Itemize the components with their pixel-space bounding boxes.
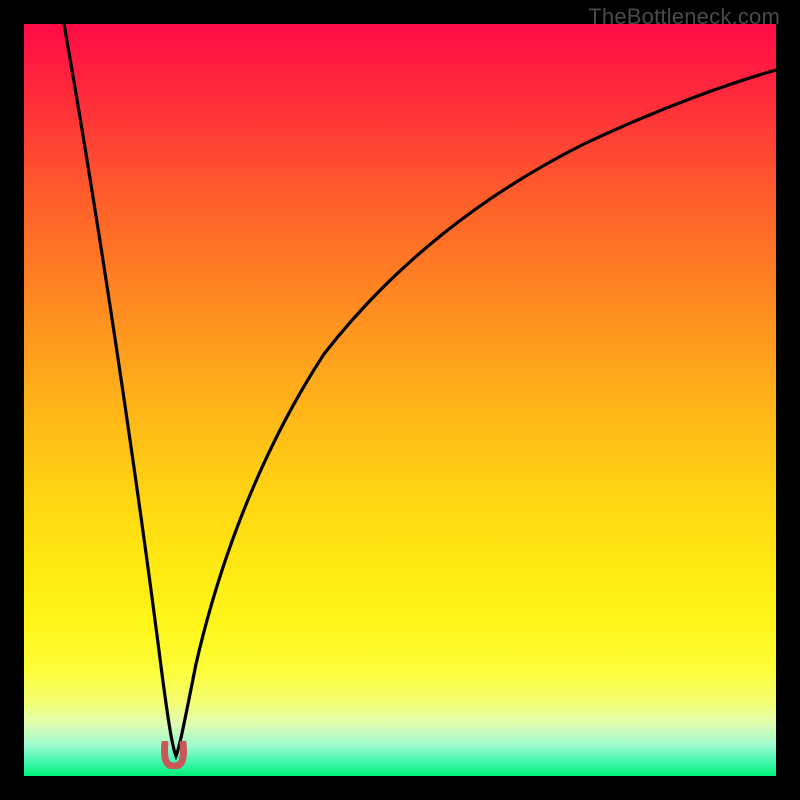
minimum-marker <box>159 741 189 769</box>
chart-frame: TheBottleneck.com <box>0 0 800 800</box>
curve-path <box>64 24 776 756</box>
plot-area <box>24 24 776 776</box>
watermark-text: TheBottleneck.com <box>588 4 780 30</box>
bottleneck-curve <box>24 24 776 776</box>
